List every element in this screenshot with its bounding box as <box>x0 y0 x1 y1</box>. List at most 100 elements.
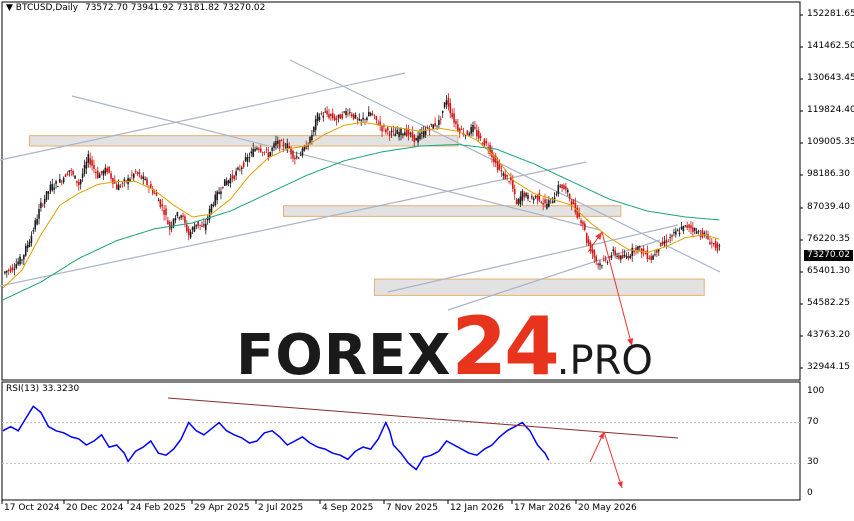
price-chart[interactable] <box>0 0 854 521</box>
candle-body <box>614 250 616 256</box>
candle-body <box>174 218 177 221</box>
candle-body <box>345 111 347 116</box>
candle-body <box>11 267 14 270</box>
candle-body <box>150 183 152 188</box>
candle-body <box>527 195 529 199</box>
candle-body <box>648 258 651 260</box>
candle-body <box>476 130 478 137</box>
candle-body <box>341 114 344 119</box>
candle-body <box>707 234 709 240</box>
candle-body <box>241 167 243 169</box>
candle-body <box>229 178 232 184</box>
candle-body <box>32 230 35 232</box>
candle-body <box>566 189 569 193</box>
candle-body <box>703 232 706 235</box>
candle-body <box>470 127 472 134</box>
candle-body <box>295 156 298 158</box>
candle-body <box>561 184 563 189</box>
dropdown-triangle-icon[interactable]: ▼ <box>6 3 13 13</box>
price-tick-label: 43763.20 <box>807 329 850 340</box>
candle-body <box>504 173 507 180</box>
candle-body <box>222 186 224 189</box>
candle-body <box>85 161 88 169</box>
candle-body <box>225 180 228 185</box>
candle-body <box>616 255 618 257</box>
candle-body <box>436 125 438 127</box>
symbol-header: ▼ BTCUSD,Daily 73572.70 73941.92 73181.8… <box>6 3 265 13</box>
candle-body <box>51 184 54 191</box>
candle-body <box>367 111 370 117</box>
candle-body <box>81 173 84 178</box>
candle-body <box>134 170 137 172</box>
candle-body <box>337 114 340 118</box>
candle-body <box>106 168 109 173</box>
candle-body <box>675 231 677 235</box>
last-price-tag: 73270.02 <box>804 250 853 261</box>
time-tick-label: 12 Jan 2026 <box>450 503 504 513</box>
candle-body <box>362 117 364 120</box>
rsi-panel-frame <box>1 381 801 501</box>
candle-body <box>563 185 565 190</box>
candle-body <box>182 215 184 217</box>
candle-body <box>390 130 393 133</box>
candle-body <box>76 180 78 183</box>
candle-body <box>263 151 266 153</box>
candle-body <box>483 138 486 146</box>
candle-body <box>316 113 319 122</box>
candle-body <box>78 181 80 186</box>
candle-body <box>474 126 476 129</box>
candle-body <box>307 145 309 147</box>
candle-body <box>197 221 200 226</box>
candle-body <box>460 129 463 130</box>
candle-body <box>189 231 192 238</box>
candle-body <box>144 178 146 181</box>
time-tick-label: 17 Mar 2026 <box>514 503 572 513</box>
candle-body <box>4 271 6 274</box>
candle-body <box>515 199 518 205</box>
candle-body <box>180 215 182 218</box>
candle-body <box>386 127 389 131</box>
candle-body <box>96 170 99 179</box>
candle-body <box>108 166 110 173</box>
price-tick-label: 119824.40 <box>807 105 854 115</box>
candle-body <box>155 192 158 196</box>
candle-body <box>595 256 598 262</box>
candle-body <box>261 152 264 153</box>
candle-body <box>421 132 423 134</box>
candle-body <box>34 220 37 230</box>
candle-body <box>59 179 61 183</box>
candle-body <box>529 201 531 203</box>
candle-body <box>269 152 272 157</box>
candle-body <box>692 227 694 232</box>
candle-body <box>53 187 55 190</box>
price-tick-label: 141462.50 <box>807 41 854 51</box>
candle-body <box>430 124 433 125</box>
candle-body <box>441 110 444 113</box>
candle-body <box>548 200 550 207</box>
candle-body <box>250 151 253 154</box>
candle-body <box>684 225 687 227</box>
candle-body <box>66 173 69 176</box>
candle-body <box>203 223 205 227</box>
candle-body <box>320 112 323 115</box>
candle-body <box>309 136 311 144</box>
candle-body <box>45 191 48 200</box>
candle-body <box>89 158 91 165</box>
candle-body <box>70 170 73 171</box>
candle-body <box>23 254 25 260</box>
candle-body <box>468 133 471 136</box>
candle-body <box>42 204 44 206</box>
time-tick-label: 4 Sep 2025 <box>322 503 374 513</box>
candle-body <box>210 204 213 213</box>
candle-body <box>119 185 122 187</box>
candle-body <box>627 255 630 259</box>
candle-body <box>314 119 317 130</box>
candle-body <box>62 177 65 183</box>
candle-body <box>532 198 535 201</box>
candle-body <box>502 173 505 176</box>
candle-body <box>407 129 410 136</box>
candle-body <box>195 224 198 227</box>
time-tick-label: 7 Nov 2025 <box>386 503 438 513</box>
candle-body <box>17 261 19 265</box>
candle-body <box>443 102 446 108</box>
